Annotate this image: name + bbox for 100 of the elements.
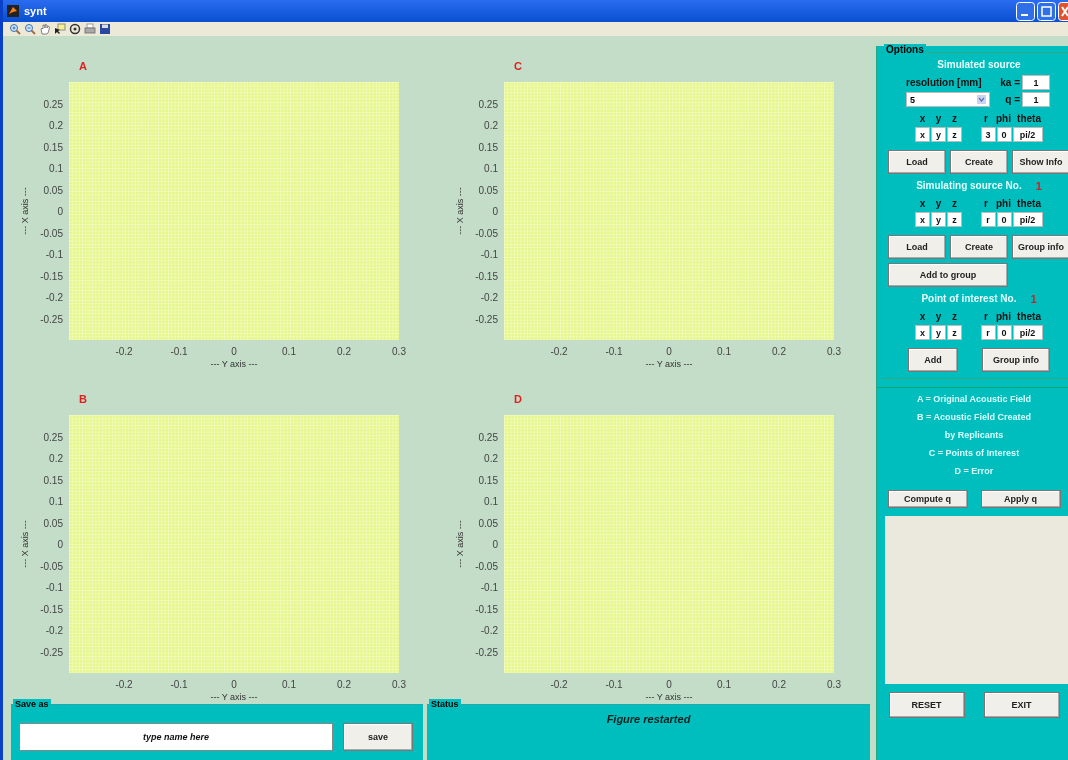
panel-button[interactable]: Group info xyxy=(1012,235,1068,259)
printer-icon[interactable] xyxy=(84,23,96,35)
tick-label: -0.15 xyxy=(40,603,63,615)
resolution-dropdown[interactable]: 5 xyxy=(906,92,990,107)
maximize-button[interactable] xyxy=(1037,1,1056,21)
coordinate-field[interactable]: pi/2 xyxy=(1012,212,1043,227)
tick-label: 0 xyxy=(231,346,237,357)
tick-label: -0.2 xyxy=(550,346,568,357)
legend-text: by Replicants xyxy=(944,430,1004,440)
section-number: 1 xyxy=(1030,293,1037,305)
coordinate-field[interactable]: z xyxy=(947,212,962,227)
tick-label: 0.05 xyxy=(478,184,498,196)
panel-button[interactable]: Show Info xyxy=(1012,150,1068,174)
coordinate-field[interactable]: y xyxy=(931,212,946,227)
tick-label: -0.2 xyxy=(45,625,63,636)
coordinate-label: phi xyxy=(996,198,1011,209)
tick-label: 0.1 xyxy=(484,496,498,507)
panel-button[interactable]: Apply q xyxy=(980,490,1061,508)
status-message: Figure restarted xyxy=(606,713,691,727)
tick-label: -0.1 xyxy=(45,249,63,260)
tick-label: -0.1 xyxy=(480,249,498,260)
panel-button[interactable]: Group info xyxy=(982,348,1050,372)
panel-button[interactable]: Add to group xyxy=(888,263,1008,287)
name-field[interactable]: type name here xyxy=(19,722,333,751)
axis-label: --- X axis --- xyxy=(20,187,30,235)
q-field[interactable]: 1 xyxy=(1022,92,1050,107)
hand-icon[interactable] xyxy=(39,23,51,35)
window-title: synt xyxy=(24,5,47,17)
coordinate-field[interactable]: y xyxy=(931,127,946,142)
coordinate-field[interactable]: 0 xyxy=(996,127,1012,142)
panel-button[interactable]: RESET xyxy=(888,692,965,718)
data-cursor-icon[interactable] xyxy=(54,23,66,35)
tick-label: 0.15 xyxy=(478,474,498,486)
coordinate-field[interactable]: y xyxy=(931,325,946,340)
panel-button[interactable]: Compute q xyxy=(887,490,968,508)
coordinate-label: theta xyxy=(1016,198,1042,209)
legend-text: A = Original Acoustic Field xyxy=(916,394,1032,404)
tick-label: -0.25 xyxy=(475,313,498,325)
plot-label: C xyxy=(514,60,522,72)
panel-button[interactable]: Load xyxy=(888,150,946,174)
coordinate-field[interactable]: x xyxy=(915,212,930,227)
section-number: 1 xyxy=(1035,180,1042,192)
section-heading: Simulating source No. xyxy=(916,180,1022,192)
coordinate-field[interactable]: 3 xyxy=(980,127,996,142)
close-button[interactable] xyxy=(1058,1,1068,21)
tick-label: 0.15 xyxy=(478,141,498,153)
coordinate-label: phi xyxy=(996,311,1011,322)
tick-label: 0.15 xyxy=(43,474,63,486)
coordinate-field[interactable]: x xyxy=(915,325,930,340)
axis-label: --- Y axis --- xyxy=(210,692,258,702)
panel-button[interactable]: Create xyxy=(950,150,1008,174)
tick-label: 0 xyxy=(231,679,237,690)
axis-label: --- Y axis --- xyxy=(210,359,258,369)
tick-label: -0.2 xyxy=(115,679,133,690)
ka-field[interactable]: 1 xyxy=(1022,75,1050,90)
panel-button[interactable]: EXIT xyxy=(983,692,1060,718)
coordinate-field[interactable]: pi/2 xyxy=(1012,325,1043,340)
zoom-out-icon[interactable] xyxy=(24,23,36,35)
panel-button[interactable]: Add xyxy=(908,348,958,372)
minimize-button[interactable] xyxy=(1016,1,1035,21)
panel-button[interactable]: Create xyxy=(950,235,1008,259)
tick-label: -0.05 xyxy=(40,227,63,239)
coordinate-field[interactable]: 0 xyxy=(996,212,1012,227)
coordinate-label: y xyxy=(934,113,943,124)
coordinate-field[interactable]: 0 xyxy=(996,325,1012,340)
tick-label: 0.1 xyxy=(717,346,731,357)
tick-label: -0.15 xyxy=(475,603,498,615)
coordinate-label: z xyxy=(951,198,958,209)
axis-label: --- Y axis --- xyxy=(645,359,693,369)
coordinate-field[interactable]: x xyxy=(915,127,930,142)
coordinate-field[interactable]: z xyxy=(947,325,962,340)
tick-label: -0.2 xyxy=(115,346,133,357)
tick-label: -0.1 xyxy=(45,582,63,593)
tick-label: 0.2 xyxy=(484,120,498,131)
save-button[interactable]: save xyxy=(343,722,413,751)
panel-button[interactable]: Load xyxy=(888,235,946,259)
tick-label: 0 xyxy=(492,539,498,550)
coordinate-label: z xyxy=(951,311,958,322)
tick-label: 0.25 xyxy=(478,431,498,443)
zoom-in-icon[interactable] xyxy=(9,23,21,35)
tick-label: 0.05 xyxy=(43,517,63,529)
tick-label: 0 xyxy=(666,346,672,357)
tick-label: 0.05 xyxy=(478,517,498,529)
tick-label: -0.1 xyxy=(170,346,188,357)
tick-label: -0.1 xyxy=(480,582,498,593)
tick-label: 0.2 xyxy=(484,453,498,464)
coordinate-field[interactable]: z xyxy=(947,127,962,142)
tick-label: 0.3 xyxy=(392,679,406,690)
panel-title: Options xyxy=(884,44,926,55)
coordinate-field[interactable]: r xyxy=(980,325,996,340)
coordinate-label: phi xyxy=(996,113,1011,124)
panel-title: Save as xyxy=(13,699,51,709)
coordinate-field[interactable]: pi/2 xyxy=(1012,127,1043,142)
tick-label: -0.05 xyxy=(475,560,498,572)
caret-icon xyxy=(977,95,986,104)
tick-label: -0.1 xyxy=(605,346,623,357)
tick-label: 0.1 xyxy=(49,163,63,174)
axis-label: --- X axis --- xyxy=(20,520,30,568)
tick-label: 0.2 xyxy=(337,346,351,357)
coordinate-field[interactable]: r xyxy=(980,212,996,227)
